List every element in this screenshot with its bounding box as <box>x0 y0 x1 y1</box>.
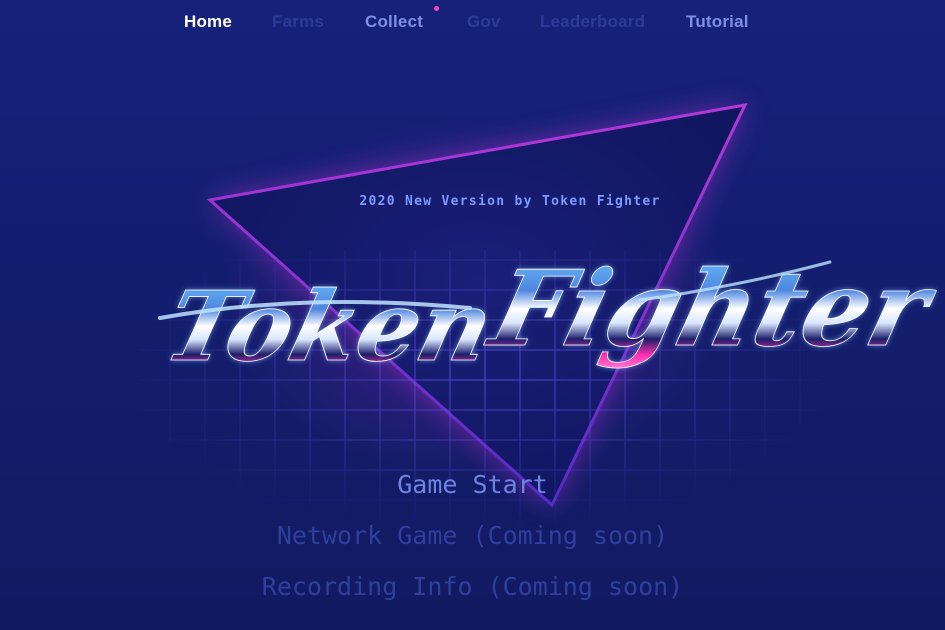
logo-title-word2: Fighter <box>477 248 945 370</box>
game-screen: Home Farms Collect Gov Leaderboard Tutor… <box>0 0 945 630</box>
menu-network-game[interactable]: Network Game (Coming soon) <box>0 521 945 550</box>
menu-recording-info[interactable]: Recording Info (Coming soon) <box>0 572 945 601</box>
logo-title-word1: Token <box>155 269 505 382</box>
logo-tagline: 2020 New Version by Token Fighter <box>359 194 660 209</box>
menu-game-start[interactable]: Game Start <box>0 470 945 499</box>
